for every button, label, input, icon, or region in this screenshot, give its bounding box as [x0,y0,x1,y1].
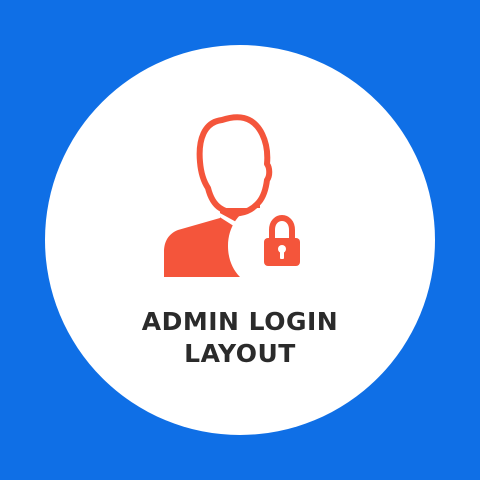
user-head-outline [196,114,273,217]
admin-user-lock-icon [160,112,320,282]
banner-frame: ADMIN LOGIN LAYOUT [0,0,480,480]
page-title: ADMIN LOGIN LAYOUT [0,306,480,370]
title-line-1: ADMIN LOGIN [141,307,339,336]
title-line-2: LAYOUT [184,339,296,368]
user-lock-svg [164,114,320,282]
lock-keyhole-slot [280,251,284,259]
